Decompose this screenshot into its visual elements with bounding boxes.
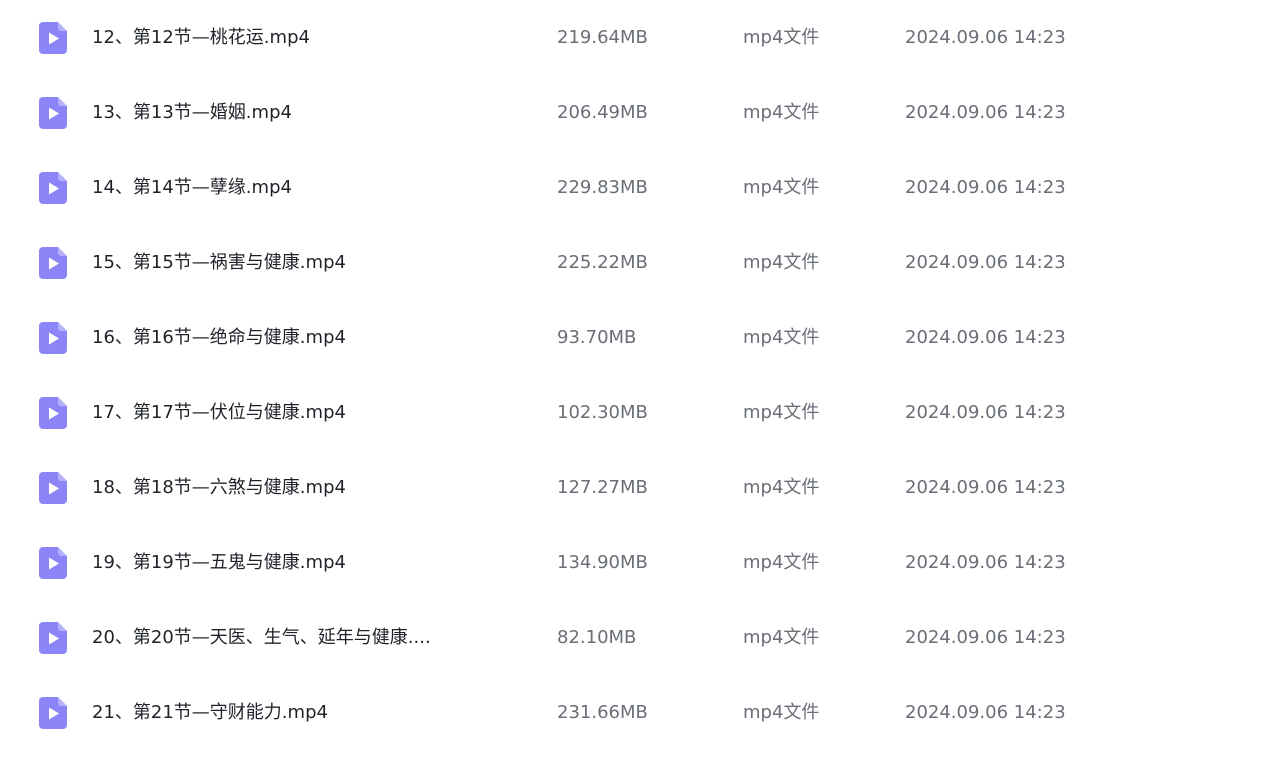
file-name[interactable]: 16、第16节—绝命与健康.mp4 [92,322,432,354]
file-type: mp4文件 [743,177,820,198]
video-file-icon [39,247,67,279]
file-date: 2024.09.06 14:23 [905,327,1066,348]
file-date: 2024.09.06 14:23 [905,702,1066,723]
file-row[interactable]: 16、第16节—绝命与健康.mp4 93.70MB mp4文件 2024.09.… [0,322,1278,397]
file-row[interactable]: 15、第15节—祸害与健康.mp4 225.22MB mp4文件 2024.09… [0,247,1278,322]
file-date: 2024.09.06 14:23 [905,627,1066,648]
file-row[interactable]: 12、第12节—桃花运.mp4 219.64MB mp4文件 2024.09.0… [0,22,1278,97]
file-row[interactable]: 19、第19节—五鬼与健康.mp4 134.90MB mp4文件 2024.09… [0,547,1278,622]
file-date: 2024.09.06 14:23 [905,252,1066,273]
file-date: 2024.09.06 14:23 [905,552,1066,573]
file-name[interactable]: 17、第17节—伏位与健康.mp4 [92,397,432,429]
file-row[interactable]: 14、第14节—孽缘.mp4 229.83MB mp4文件 2024.09.06… [0,172,1278,247]
video-file-icon [39,547,67,579]
file-size: 229.83MB [557,177,648,198]
file-date: 2024.09.06 14:23 [905,402,1066,423]
file-type: mp4文件 [743,627,820,648]
file-date: 2024.09.06 14:23 [905,477,1066,498]
video-file-icon [39,22,67,54]
video-file-icon [39,322,67,354]
file-name[interactable]: 15、第15节—祸害与健康.mp4 [92,247,432,279]
file-row[interactable]: 21、第21节—守财能力.mp4 231.66MB mp4文件 2024.09.… [0,697,1278,772]
file-size: 206.49MB [557,102,648,123]
file-size: 82.10MB [557,627,637,648]
file-row[interactable]: 13、第13节—婚姻.mp4 206.49MB mp4文件 2024.09.06… [0,97,1278,172]
video-file-icon [39,622,67,654]
file-type: mp4文件 [743,252,820,273]
file-size: 231.66MB [557,702,648,723]
file-size: 225.22MB [557,252,648,273]
file-name[interactable]: 20、第20节—天医、生气、延年与健康.... [92,622,432,654]
file-type: mp4文件 [743,552,820,573]
file-name[interactable]: 21、第21节—守财能力.mp4 [92,697,432,729]
file-row[interactable]: 20、第20节—天医、生气、延年与健康.... 82.10MB mp4文件 20… [0,622,1278,697]
file-name[interactable]: 13、第13节—婚姻.mp4 [92,97,432,129]
file-type: mp4文件 [743,402,820,423]
video-file-icon [39,397,67,429]
file-row[interactable]: 18、第18节—六煞与健康.mp4 127.27MB mp4文件 2024.09… [0,472,1278,547]
file-type: mp4文件 [743,477,820,498]
file-type: mp4文件 [743,102,820,123]
file-name[interactable]: 14、第14节—孽缘.mp4 [92,172,432,204]
file-size: 93.70MB [557,327,637,348]
file-name[interactable]: 19、第19节—五鬼与健康.mp4 [92,547,432,579]
file-name[interactable]: 12、第12节—桃花运.mp4 [92,22,432,54]
file-list: 12、第12节—桃花运.mp4 219.64MB mp4文件 2024.09.0… [0,0,1278,743]
file-row[interactable]: 17、第17节—伏位与健康.mp4 102.30MB mp4文件 2024.09… [0,397,1278,472]
video-file-icon [39,172,67,204]
file-type: mp4文件 [743,702,820,723]
file-type: mp4文件 [743,327,820,348]
file-size: 219.64MB [557,27,648,48]
video-file-icon [39,697,67,729]
file-size: 102.30MB [557,402,648,423]
file-name[interactable]: 18、第18节—六煞与健康.mp4 [92,472,432,504]
file-date: 2024.09.06 14:23 [905,27,1066,48]
file-date: 2024.09.06 14:23 [905,102,1066,123]
file-size: 134.90MB [557,552,648,573]
file-date: 2024.09.06 14:23 [905,177,1066,198]
video-file-icon [39,472,67,504]
file-type: mp4文件 [743,27,820,48]
video-file-icon [39,97,67,129]
file-size: 127.27MB [557,477,648,498]
